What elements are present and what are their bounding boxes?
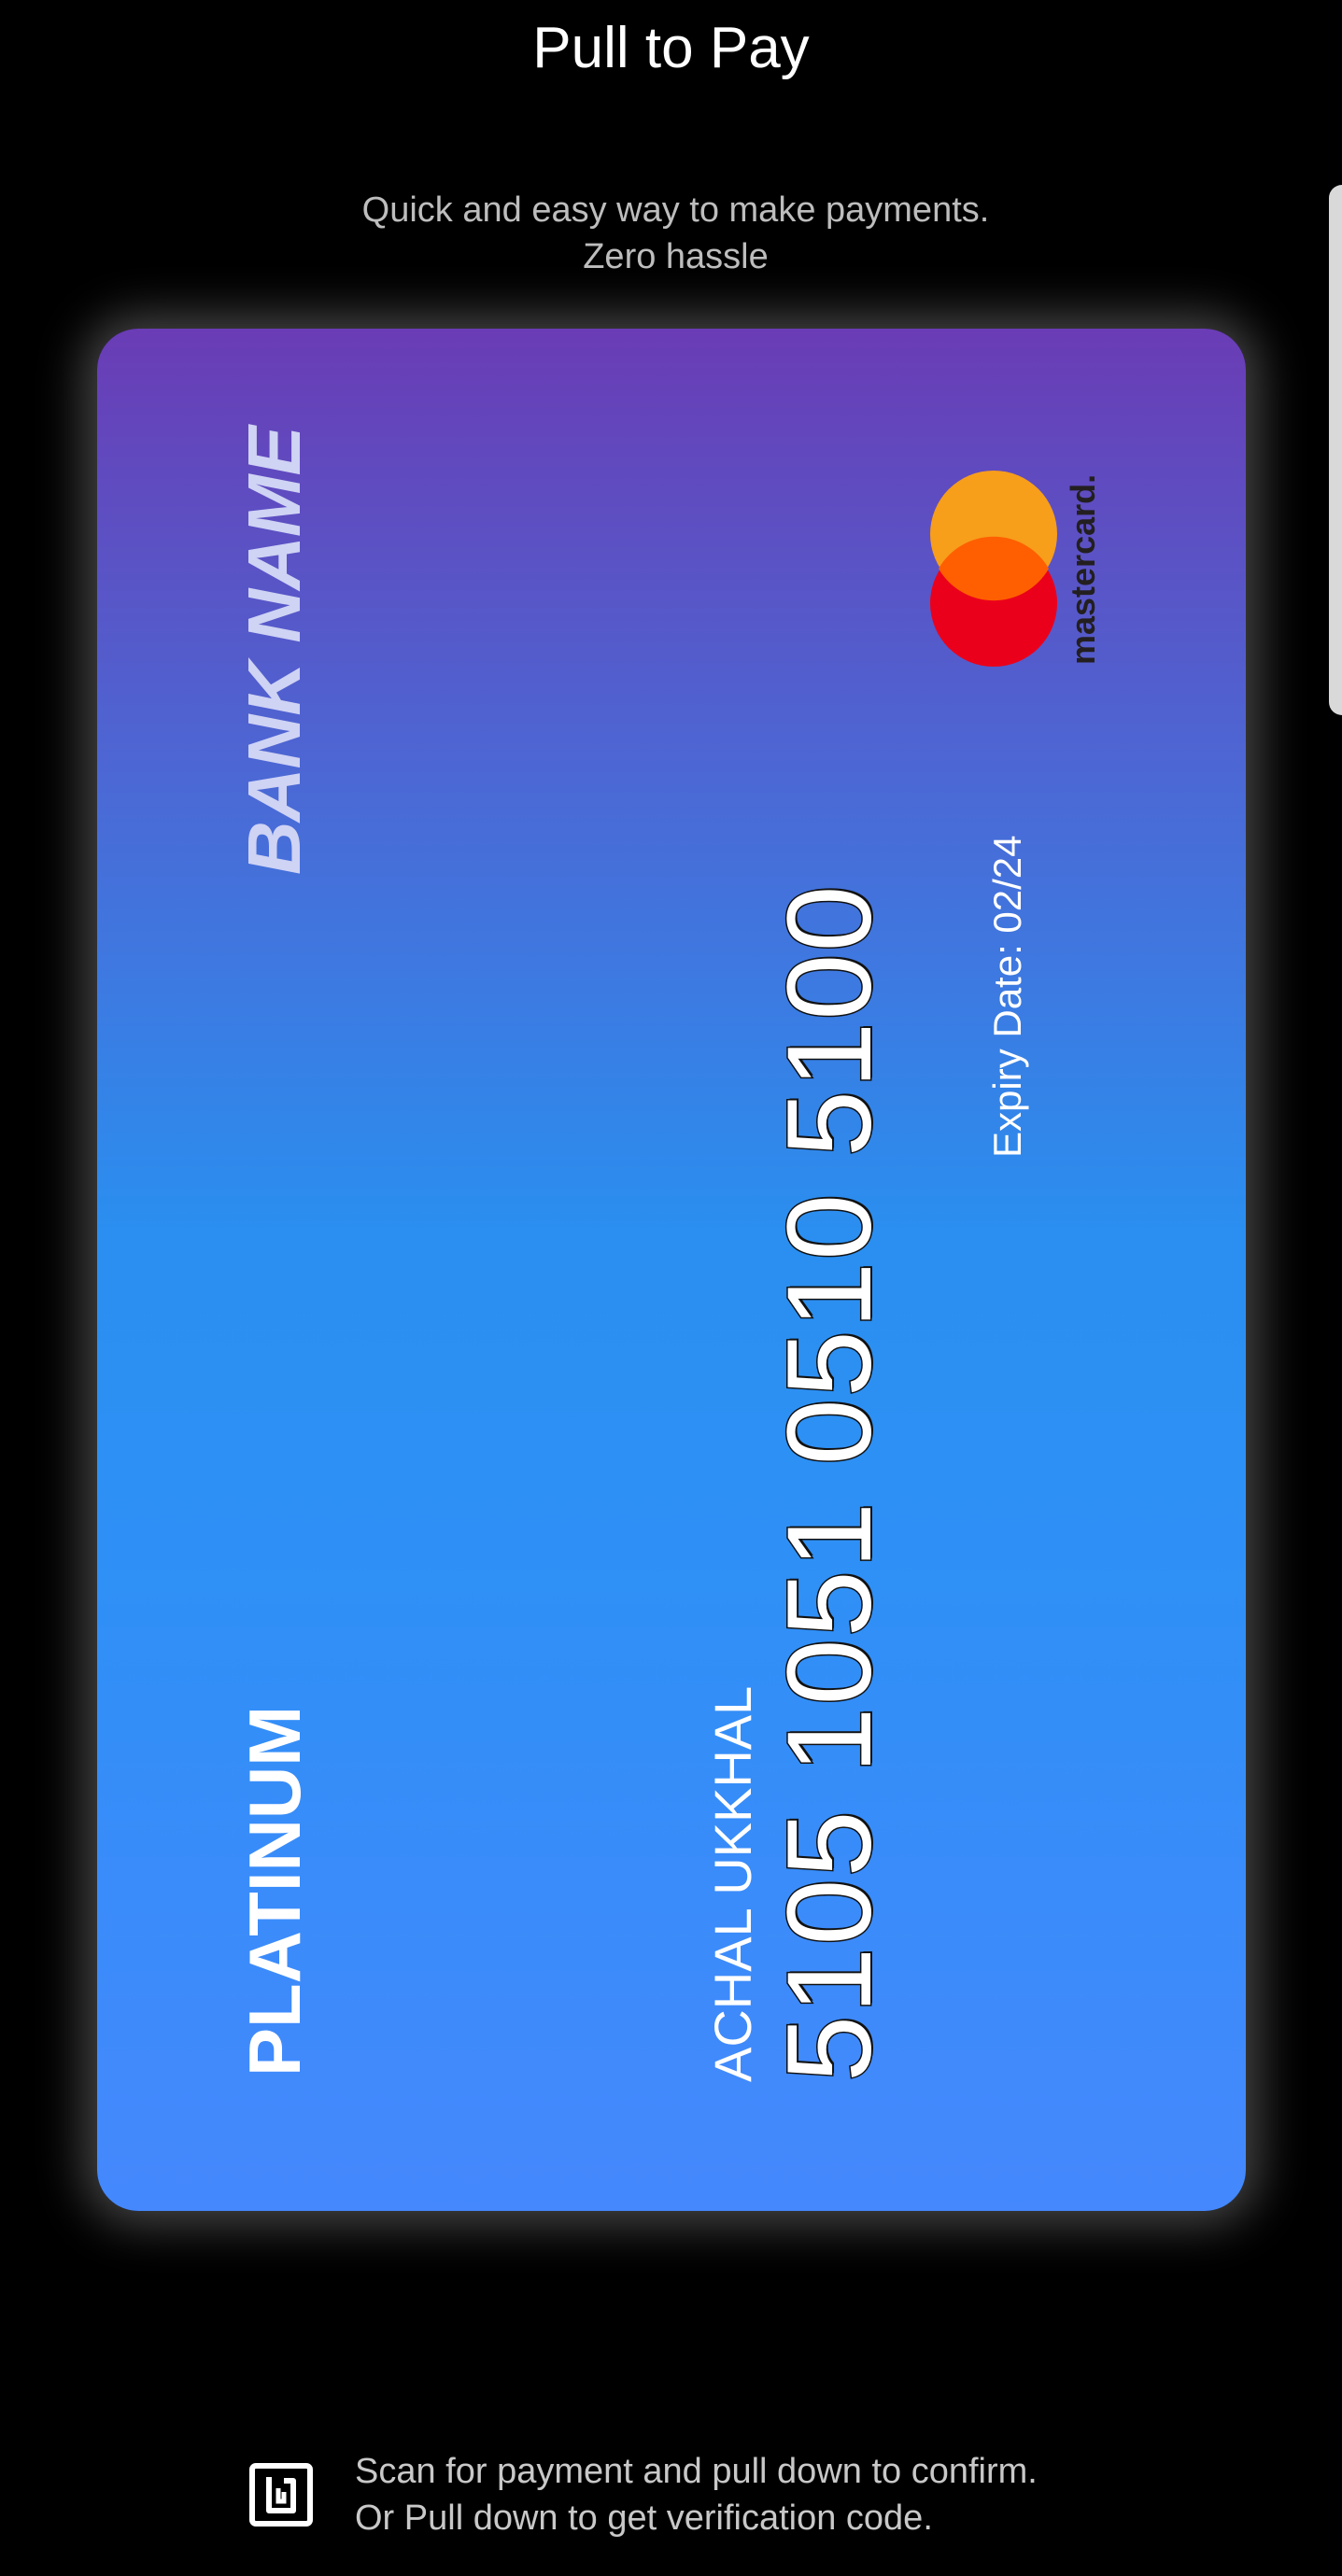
card-number: 5105 1051 0510 5100 [762, 882, 898, 2084]
bank-name: BANK NAME [233, 427, 316, 875]
subtitle-line-1: Quick and easy way to make payments. [361, 190, 990, 230]
page-title: Pull to Pay [532, 16, 810, 80]
payment-card[interactable]: BANK NAME PLATINUM ACHAL UKKHAL 5105 105… [97, 329, 1246, 2211]
card-expiry: Expiry Date: 02/24 [985, 835, 1029, 1158]
footer-text: Scan for payment and pull down to confir… [355, 2448, 1038, 2541]
footer-line-2: Or Pull down to get verification code. [355, 2499, 933, 2538]
card-tier: PLATINUM [233, 1705, 316, 2076]
page-subtitle: Quick and easy way to make payments. Zer… [0, 187, 1342, 280]
card-holder-name: ACHAL UKKHAL [703, 1685, 762, 2082]
nfc-icon [249, 2463, 313, 2527]
mastercard-wordmark: mastercard. [1064, 474, 1102, 665]
subtitle-line-2: Zero hassle [583, 237, 769, 276]
footer-line-1: Scan for payment and pull down to confir… [355, 2452, 1038, 2491]
side-scroll-handle[interactable] [1329, 185, 1342, 715]
footer-instructions: Scan for payment and pull down to confir… [248, 2448, 1038, 2541]
mastercard-logo-icon: mastercard. [930, 471, 1102, 667]
